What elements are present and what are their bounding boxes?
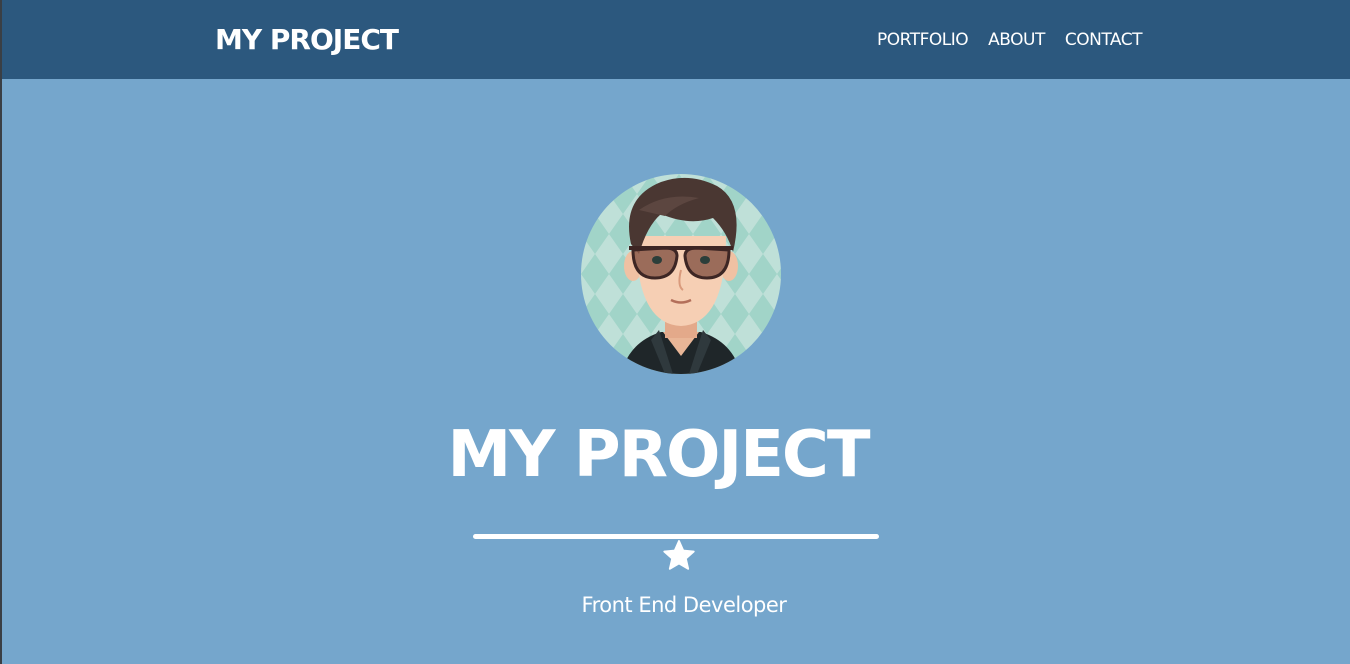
nav-link-portfolio[interactable]: PORTFOLIO [877,29,969,51]
nav-links: PORTFOLIO ABOUT CONTACT [877,29,1142,51]
navbar: MY PROJECT PORTFOLIO ABOUT CONTACT [2,0,1350,79]
nav-link-contact[interactable]: CONTACT [1065,29,1143,51]
avatar [581,174,781,374]
hero-title: MY PROJECT [447,418,870,492]
window-edge [0,0,2,664]
brand-link[interactable]: MY PROJECT [215,22,399,58]
nav-link-about[interactable]: ABOUT [988,29,1045,51]
hero-subtitle: Front End Developer [581,593,787,617]
star-icon [663,540,695,570]
star-divider [473,520,879,576]
avatar-image [581,174,781,374]
